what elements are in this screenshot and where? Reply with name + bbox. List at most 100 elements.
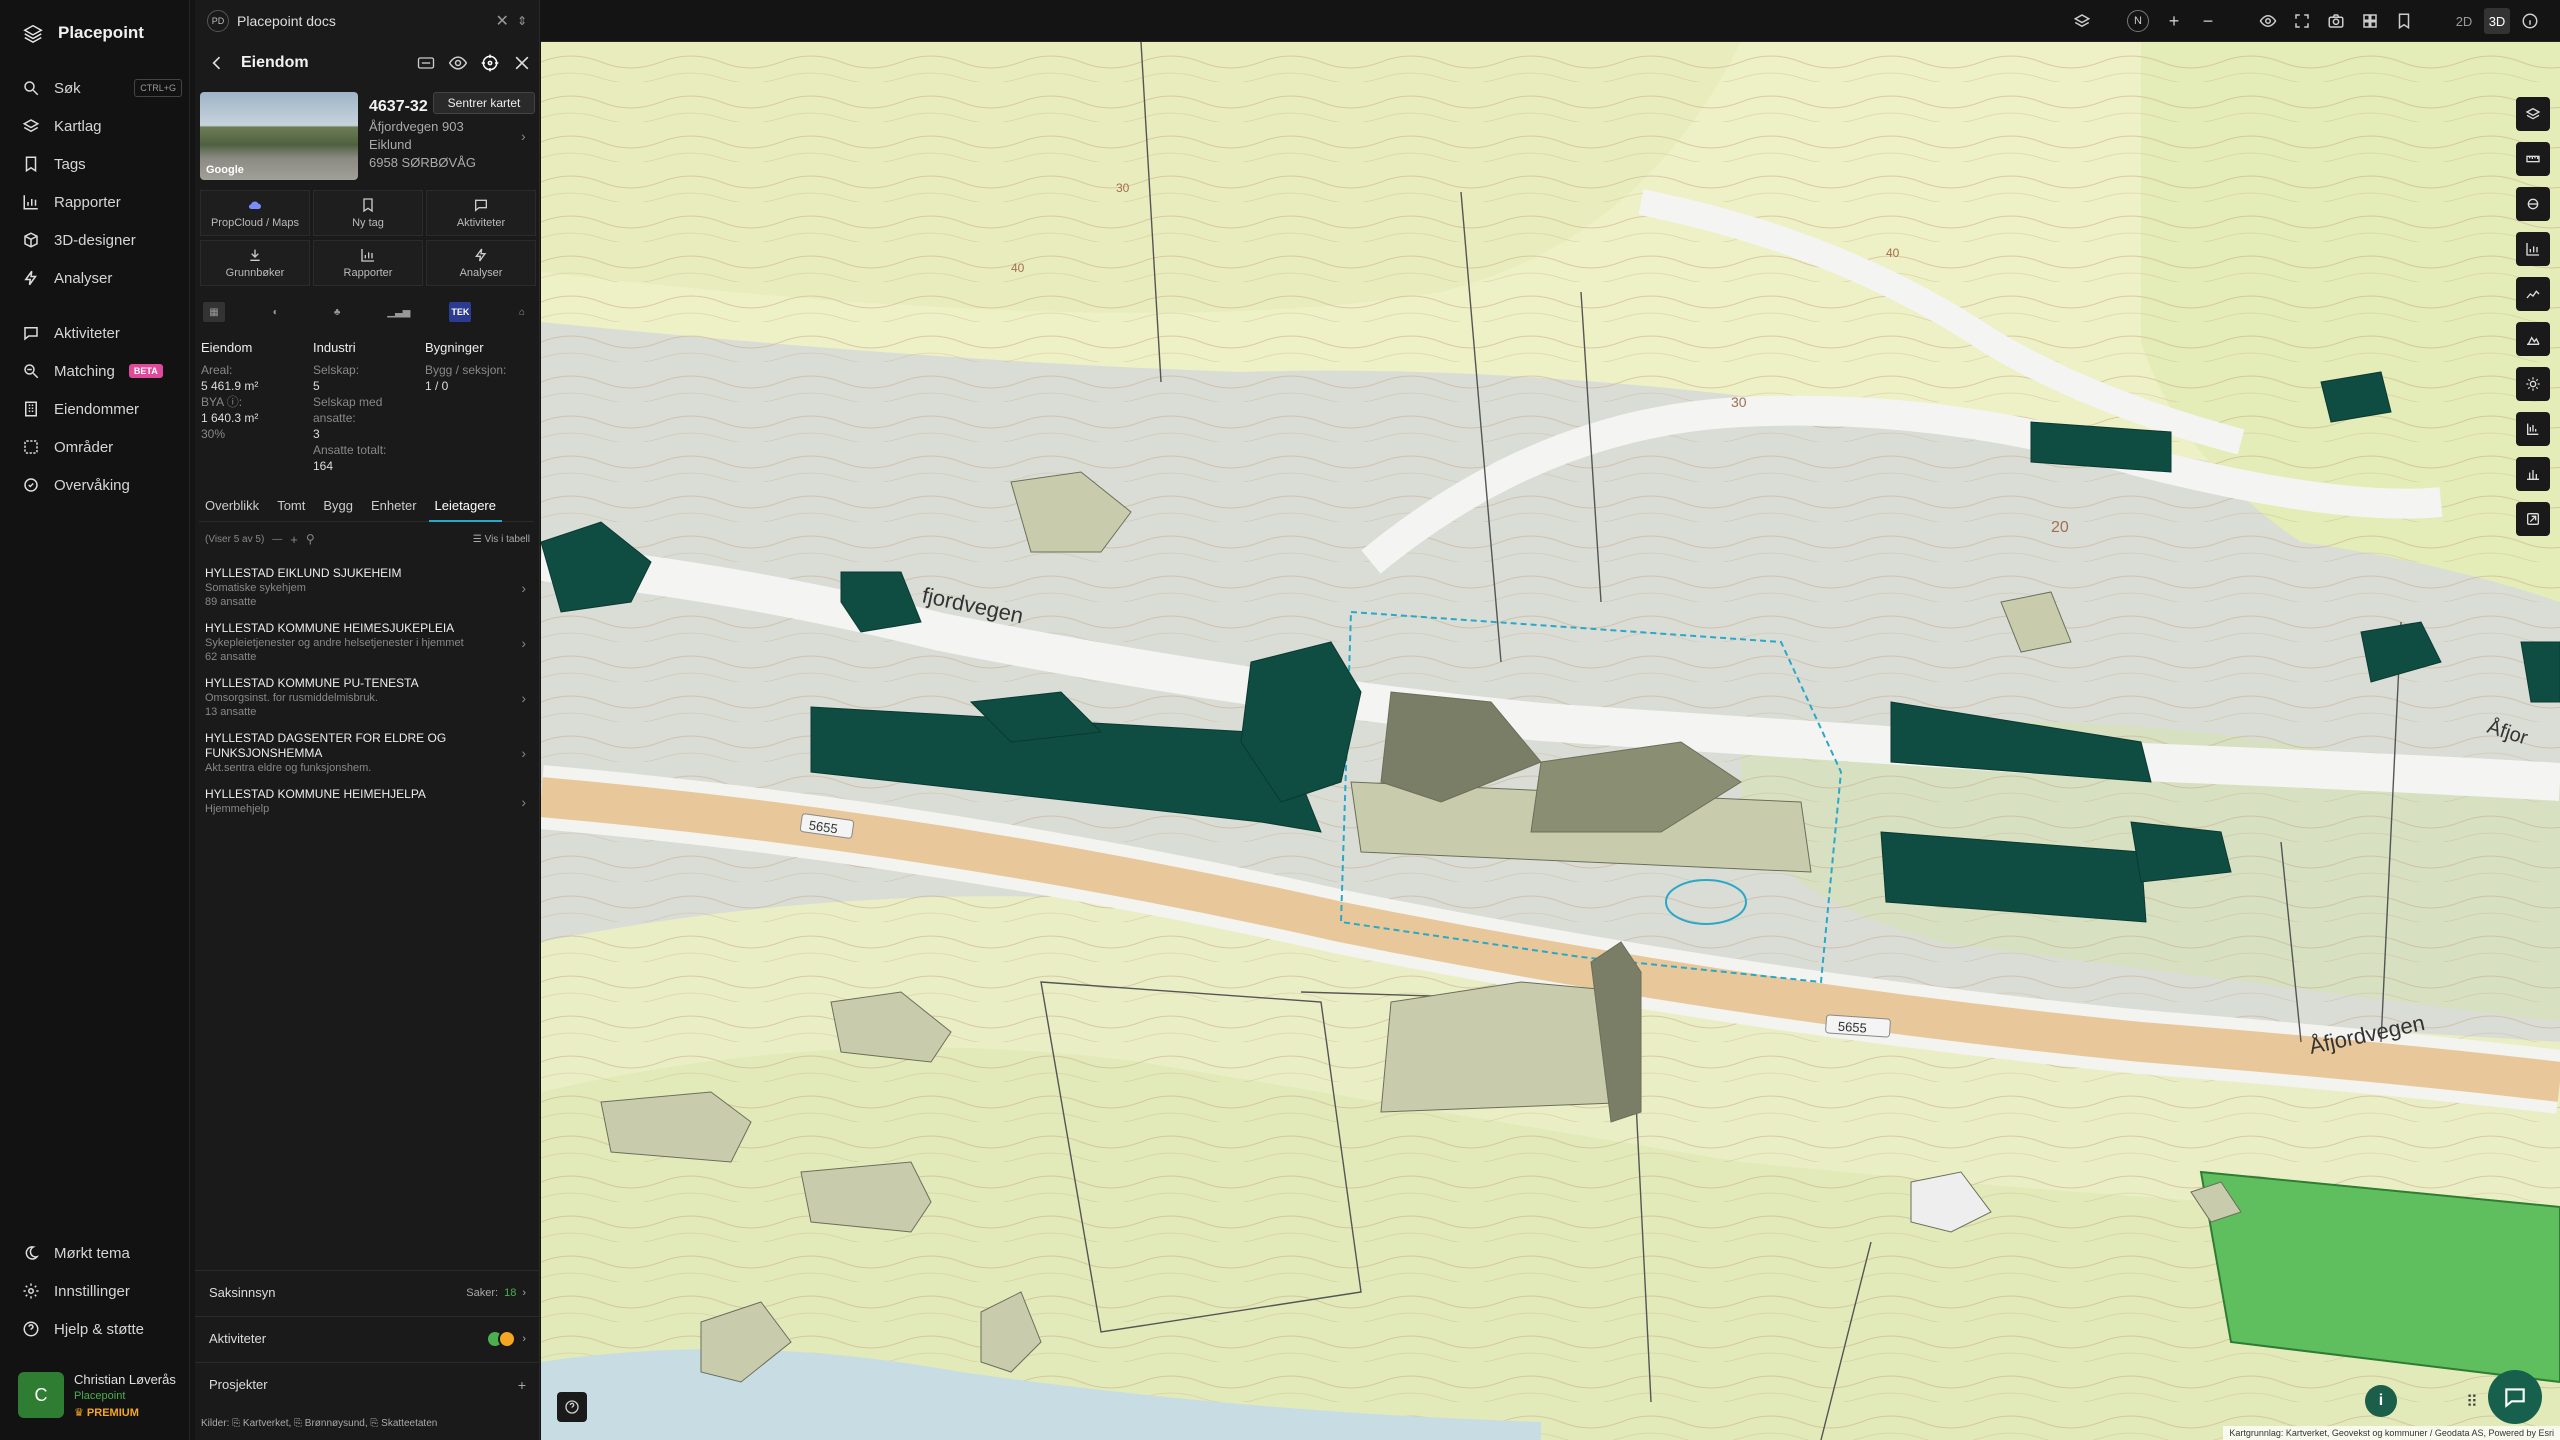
list-item[interactable]: HYLLESTAD DAGSENTER FOR ELDRE OG FUNKSJO… [205, 731, 530, 775]
grid-icon [2363, 14, 2377, 28]
nav-3d-designer[interactable]: 3D-designer [22, 224, 182, 256]
property-icon[interactable]: ▦ [203, 302, 225, 322]
land-icon[interactable]: ◐ [265, 302, 287, 322]
nav-matching[interactable]: Matching BETA [22, 355, 182, 387]
more-icon[interactable]: ⌂ [511, 302, 533, 322]
add-project-button[interactable]: + [518, 1377, 526, 1393]
list-item[interactable]: HYLLESTAD KOMMUNE HEIMESJUKEPLEIA Sykepl… [205, 621, 530, 664]
center-map-icon[interactable] [480, 53, 500, 73]
mode-3d-button[interactable]: 3D [2484, 8, 2510, 34]
aktiviteter-section[interactable]: Aktiviteter › [195, 1316, 540, 1360]
nav-omrader[interactable]: Områder [22, 431, 182, 463]
map-toolbar: N + − 2D 3D [541, 0, 2560, 42]
tenant-list: HYLLESTAD EIKLUND SJUKEHEIM Somatiske sy… [205, 566, 530, 828]
saksinnsyn-section[interactable]: Saksinnsyn Saker: 18 › [195, 1270, 540, 1314]
zoom-out-button[interactable]: − [2195, 8, 2221, 34]
zoom-in-button[interactable]: + [2161, 8, 2187, 34]
nav-help[interactable]: Hjelp & støtte [22, 1313, 182, 1345]
activities-button[interactable]: Aktiviteter [426, 190, 536, 236]
chevron-updown-icon[interactable]: ⇕ [517, 14, 527, 28]
nav-aktiviteter[interactable]: Aktiviteter [22, 317, 182, 349]
screenshot-button[interactable] [2323, 8, 2349, 34]
user-card[interactable]: C Christian Løverås Placepoint ♛ PREMIUM [18, 1372, 176, 1419]
tab-tomt[interactable]: Tomt [271, 498, 311, 522]
brand[interactable]: Placepoint [22, 22, 144, 44]
mode-2d-button[interactable]: 2D [2451, 8, 2477, 34]
add-icon[interactable]: + [290, 532, 298, 547]
stat-value: 5 461.9 m² [201, 379, 259, 393]
workspace-selector[interactable]: PD Placepoint docs ✕ ⇕ [207, 8, 527, 34]
layers-toggle[interactable] [2069, 8, 2095, 34]
activity-avatars [486, 1329, 517, 1348]
tab-bygg[interactable]: Bygg [317, 498, 359, 522]
tenant-employees: 89 ansatte [205, 596, 257, 608]
street-view-icon[interactable] [416, 53, 436, 73]
map-help-button[interactable] [557, 1392, 587, 1422]
eye-icon [2259, 14, 2277, 28]
tool-measure[interactable] [2516, 142, 2550, 176]
tool-profile[interactable] [2516, 277, 2550, 311]
nav-eiendommer[interactable]: Eiendommer [22, 393, 182, 425]
drag-handle-icon[interactable]: ⠿ [2466, 1392, 2478, 1412]
nav-settings[interactable]: Innstillinger [22, 1275, 182, 1307]
bookmark-button[interactable] [2391, 8, 2417, 34]
reports-button[interactable]: Rapporter [313, 240, 423, 286]
new-tag-button[interactable]: Ny tag [313, 190, 423, 236]
tool-section[interactable] [2516, 457, 2550, 491]
info-fab[interactable]: i [2365, 1385, 2397, 1417]
tenant-name: HYLLESTAD KOMMUNE HEIMEHJELPA [205, 787, 426, 801]
industry-icon[interactable]: ♣ [326, 302, 348, 322]
close-panel-icon[interactable] [512, 53, 532, 73]
close-icon[interactable]: ✕ [496, 11, 509, 31]
eye-icon[interactable] [448, 53, 468, 73]
tool-export[interactable] [2516, 502, 2550, 536]
tooltip: Sentrer kartet [433, 92, 535, 114]
search-icon[interactable]: ⚲ [306, 532, 315, 546]
street-photo[interactable]: Google [200, 92, 358, 180]
nav-search[interactable]: Søk CTRL+G [22, 72, 182, 104]
visibility-button[interactable] [2255, 8, 2281, 34]
collapse-icon[interactable]: — [272, 534, 282, 545]
nav-analyser[interactable]: Analyser [22, 262, 182, 294]
nav-tags[interactable]: Tags [22, 148, 182, 180]
fullscreen-button[interactable] [2289, 8, 2315, 34]
view-table-button[interactable]: ☰ Vis i tabell [473, 534, 530, 545]
propcloud-button[interactable]: PropCloud / Maps [200, 190, 310, 236]
list-item[interactable]: HYLLESTAD KOMMUNE PU-TENESTA Omsorgsinst… [205, 676, 530, 719]
nav-dark-theme[interactable]: Mørkt tema [22, 1237, 182, 1269]
tool-shadow[interactable] [2516, 412, 2550, 446]
stats-eiendom: Eiendom Areal: 5 461.9 m² BYA ⓘ: 1 640.3… [201, 340, 311, 442]
chat-fab[interactable] [2488, 1370, 2542, 1424]
bar-chart-icon [361, 249, 374, 262]
map-3d-view[interactable]: Åfjordvegen fjordvegen Åfjor 5655 5655 3… [541, 42, 2560, 1440]
tenant-desc: Sykepleietjenester og andre helsetjenest… [205, 637, 464, 649]
back-arrow-icon[interactable] [207, 53, 227, 73]
buildings-icon[interactable]: ▁▃▅ [387, 302, 410, 322]
tek-icon[interactable]: TEK [449, 302, 472, 322]
list-item[interactable]: HYLLESTAD EIKLUND SJUKEHEIM Somatiske sy… [205, 566, 530, 609]
tab-enheter[interactable]: Enheter [365, 498, 423, 522]
tab-leietagere[interactable]: Leietagere [428, 498, 502, 522]
prosjekter-section[interactable]: Prosjekter + [195, 1362, 540, 1406]
chevron-right-icon[interactable]: › [521, 128, 526, 144]
tab-overblikk[interactable]: Overblikk [199, 498, 265, 522]
tenant-employees: 62 ansatte [205, 651, 257, 663]
tool-chart[interactable] [2516, 232, 2550, 266]
analyses-button[interactable]: Analyser [426, 240, 536, 286]
nav-rapporter[interactable]: Rapporter [22, 186, 182, 218]
tenant-name: HYLLESTAD KOMMUNE HEIMESJUKEPLEIA [205, 621, 455, 635]
list-item[interactable]: HYLLESTAD KOMMUNE HEIMEHJELPA Hjemmehjel… [205, 787, 530, 816]
info-button[interactable] [2517, 8, 2543, 34]
grid-button[interactable] [2357, 8, 2383, 34]
nav-overvaking[interactable]: Overvåking [22, 469, 182, 501]
nav-label: Innstillinger [54, 1282, 130, 1300]
map-side-tools [2516, 97, 2550, 547]
tool-elevation[interactable] [2516, 322, 2550, 356]
tool-sun[interactable] [2516, 367, 2550, 401]
tool-layers[interactable] [2516, 97, 2550, 131]
nav-kartlag[interactable]: Kartlag [22, 110, 182, 142]
stat-value: 1 640.3 m² [201, 411, 259, 425]
north-compass[interactable]: N [2127, 10, 2149, 32]
grunnboker-button[interactable]: Grunnbøker [200, 240, 310, 286]
tool-view[interactable] [2516, 187, 2550, 221]
